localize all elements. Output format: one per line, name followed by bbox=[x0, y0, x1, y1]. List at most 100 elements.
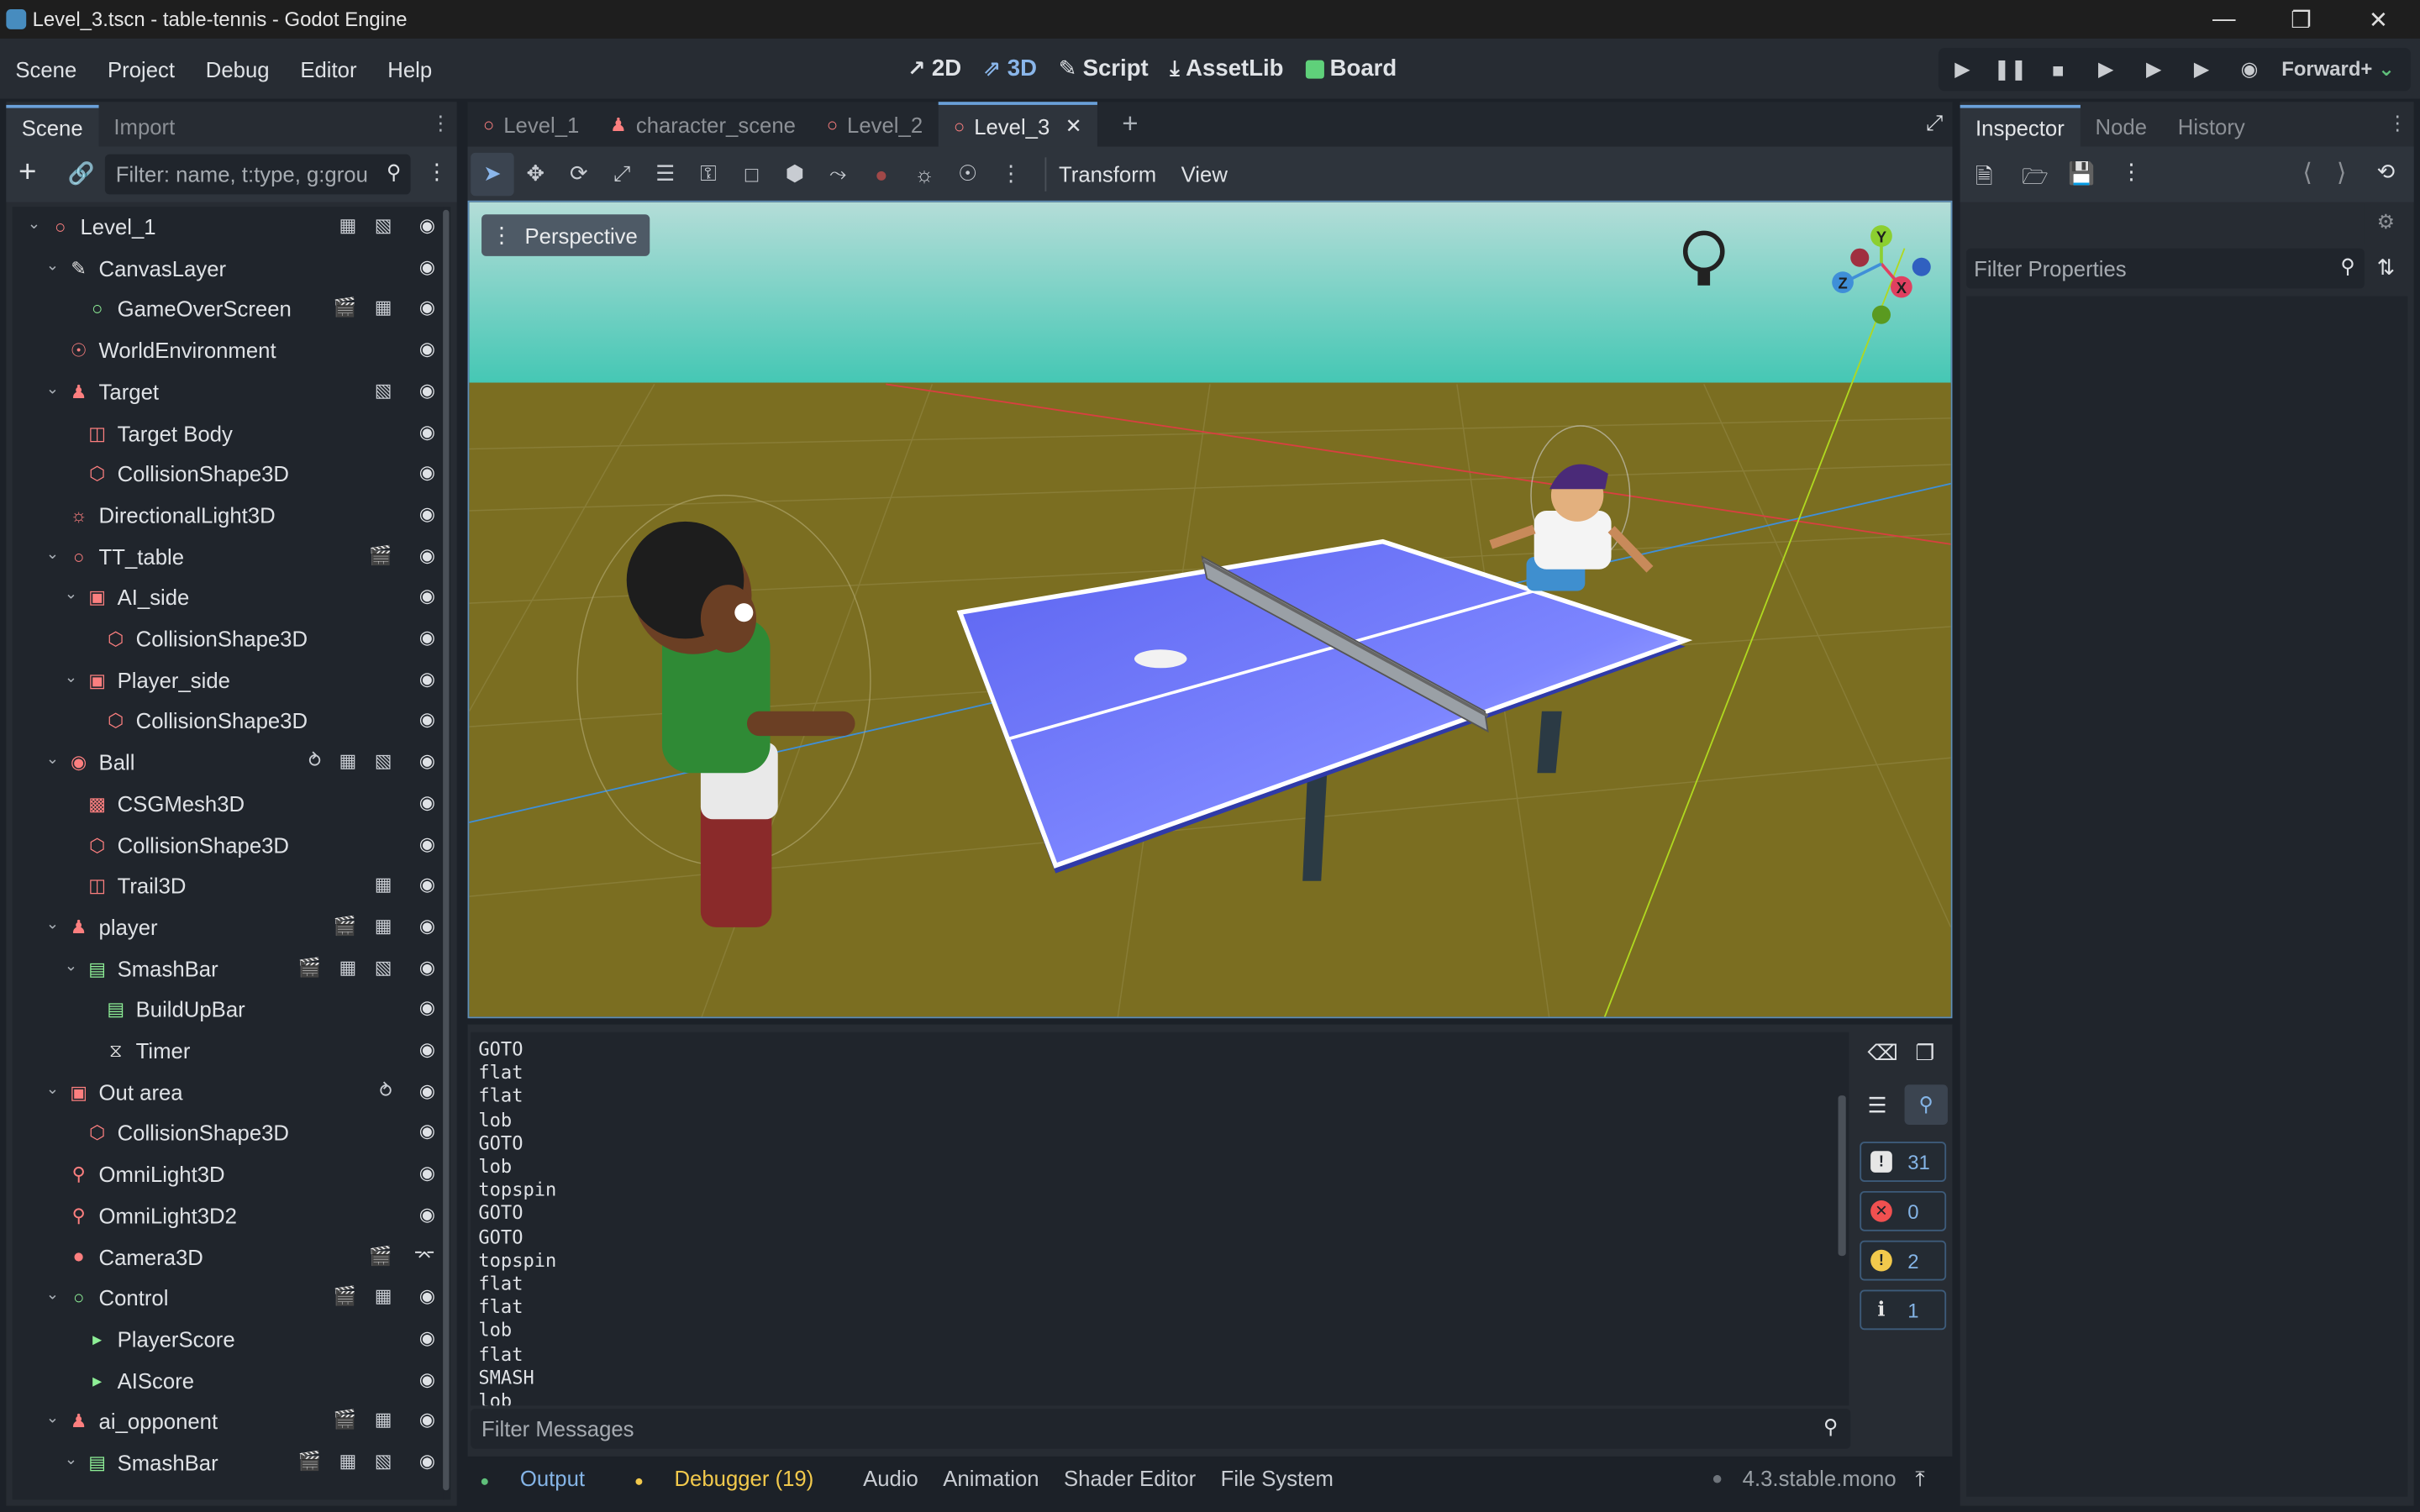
visibility-eye-icon[interactable]: ◉ bbox=[419, 668, 435, 690]
visibility-eye-icon[interactable]: ◉ bbox=[419, 750, 435, 772]
expand-arrow-icon[interactable]: ⌄ bbox=[43, 752, 61, 769]
menu-help[interactable]: Help bbox=[372, 56, 448, 81]
output-log[interactable]: GOTO flat flat lob GOTO lob topspin GOTO GOTO top… bbox=[471, 1032, 1849, 1406]
visibility-eye-icon[interactable]: ◉ bbox=[419, 585, 435, 607]
scene-node-timer[interactable]: ⧖ Timer ◉ bbox=[13, 1031, 439, 1071]
select-mode-icon[interactable]: ➤ bbox=[471, 151, 514, 196]
copy-output-icon[interactable]: ❐ bbox=[1915, 1040, 1934, 1066]
restore-button[interactable]: ❐ bbox=[2263, 0, 2340, 39]
scene-options-icon[interactable]: ⋮ bbox=[426, 159, 448, 185]
view-menu[interactable]: View bbox=[1181, 161, 1228, 186]
menu-scene[interactable]: Scene bbox=[0, 56, 92, 81]
scene-node-out-area[interactable]: ⌄ ▣ Out area ⥁ ◉ bbox=[13, 1072, 439, 1112]
scene-node-collisionshape3d[interactable]: ⬡ CollisionShape3D ◉ bbox=[13, 701, 439, 742]
visibility-eye-icon[interactable]: ◉ bbox=[419, 1285, 435, 1307]
renderer-select[interactable]: Forward+ ⌄ bbox=[2274, 57, 2403, 81]
scene-tab-level-3[interactable]: ○ Level_3 ✕ bbox=[938, 102, 1098, 147]
play-icon[interactable]: ▶ bbox=[1939, 57, 1986, 81]
visibility-eye-icon[interactable]: ◉ bbox=[419, 627, 435, 648]
node-indicator-icon[interactable]: ▦ bbox=[339, 214, 356, 236]
list-select-icon[interactable]: ☰ bbox=[644, 152, 687, 195]
visibility-eye-icon[interactable]: ◉ bbox=[419, 1203, 435, 1225]
scene-node-control[interactable]: ⌄ ○ Control 🎬 ▦ ◉ bbox=[13, 1278, 439, 1318]
node-indicator-icon[interactable]: ▦ bbox=[339, 956, 356, 978]
node-indicator-icon[interactable]: 🎬 bbox=[298, 956, 321, 978]
new-resource-icon[interactable]: 🗎 bbox=[1975, 160, 1993, 197]
visibility-eye-icon[interactable]: ◉ bbox=[419, 379, 435, 401]
visibility-eye-icon[interactable]: ◉ bbox=[419, 338, 435, 360]
close-window-button[interactable]: ✕ bbox=[2339, 0, 2417, 39]
node-indicator-icon[interactable]: ▦ bbox=[375, 915, 392, 937]
scene-node-collisionshape3d[interactable]: ⬡ CollisionShape3D ◉ bbox=[13, 1113, 439, 1153]
scene-node-omnilight3d2[interactable]: ⚲ OmniLight3D2 ◉ bbox=[13, 1195, 439, 1236]
scene-node-gameoverscreen[interactable]: ○ GameOverScreen 🎬 ▦ ◉ bbox=[13, 289, 439, 329]
add-node-icon[interactable]: + bbox=[18, 156, 36, 192]
mode-assetlib-button[interactable]: ⤓ AssetLib bbox=[1170, 55, 1283, 81]
add-scene-tab-icon[interactable]: + bbox=[1122, 108, 1138, 141]
node-indicator-icon[interactable]: ▦ bbox=[375, 874, 392, 895]
expand-arrow-icon[interactable]: ⌄ bbox=[61, 958, 80, 974]
environment-toggle-icon[interactable]: ☉ bbox=[946, 152, 989, 195]
collapse-duplicates-icon[interactable]: ☰ bbox=[1867, 1092, 1886, 1118]
3d-viewport[interactable]: Y X Z ⋮ Perspective bbox=[467, 200, 1953, 1019]
visibility-eye-icon[interactable]: ◉ bbox=[419, 1368, 435, 1389]
expand-arrow-icon[interactable]: ⌄ bbox=[61, 669, 80, 686]
visibility-eye-icon[interactable]: ◉ bbox=[419, 1121, 435, 1142]
tab-scene[interactable]: Scene bbox=[6, 104, 99, 147]
scene-node-player[interactable]: ⌄ ♟ player 🎬 ▦ ◉ bbox=[13, 907, 439, 948]
more-options-icon[interactable]: ⋮ bbox=[989, 152, 1032, 195]
menu-editor[interactable]: Editor bbox=[285, 56, 372, 81]
toggle-search-icon[interactable]: ⚲ bbox=[1904, 1084, 1948, 1125]
play-custom-scene-icon[interactable]: ▶ bbox=[2178, 57, 2226, 81]
expand-arrow-icon[interactable]: ⌄ bbox=[43, 1410, 61, 1427]
scene-node-player-side[interactable]: ⌄ ▣ Player_side ◉ bbox=[13, 660, 439, 701]
node-indicator-icon[interactable]: ⥁ bbox=[379, 1079, 392, 1101]
scene-node-ai-side[interactable]: ⌄ ▣ AI_side ◉ bbox=[13, 577, 439, 617]
movie-maker-icon[interactable]: ◉ bbox=[2226, 57, 2274, 81]
node-indicator-icon[interactable]: ▧ bbox=[375, 379, 392, 401]
expand-arrow-icon[interactable]: ⌄ bbox=[43, 545, 61, 562]
scene-node-worldenvironment[interactable]: ☉ WorldEnvironment ◉ bbox=[13, 330, 439, 370]
scene-node-target[interactable]: ⌄ ♟ Target ▧ ◉ bbox=[13, 371, 439, 412]
visibility-eye-icon[interactable]: ◉ bbox=[419, 1038, 435, 1060]
sun-toggle-icon[interactable]: ☼ bbox=[902, 152, 945, 195]
node-indicator-icon[interactable]: ▦ bbox=[375, 1409, 392, 1431]
mode-script-button[interactable]: ✎ Script bbox=[1059, 55, 1149, 81]
visibility-eye-icon[interactable]: ⌤ bbox=[414, 1244, 435, 1266]
info-filter-toggle[interactable]: ℹ1 bbox=[1860, 1289, 1947, 1331]
visibility-eye-icon[interactable]: ◉ bbox=[419, 503, 435, 525]
menu-project[interactable]: Project bbox=[92, 56, 191, 81]
visibility-eye-icon[interactable]: ◉ bbox=[419, 421, 435, 443]
scene-tab-level-1[interactable]: ○ Level_1 bbox=[468, 102, 595, 146]
transform-menu[interactable]: Transform bbox=[1059, 161, 1156, 186]
move-mode-icon[interactable]: ✥ bbox=[514, 152, 557, 195]
mode-board-button[interactable]: Board bbox=[1305, 55, 1397, 81]
expand-panel-icon[interactable]: ⤒ bbox=[1915, 1465, 1924, 1491]
node-indicator-icon[interactable]: 🎬 bbox=[334, 1285, 356, 1307]
scene-tab-level-2[interactable]: ○ Level_2 bbox=[811, 102, 938, 146]
menu-debug[interactable]: Debug bbox=[190, 56, 285, 81]
expand-arrow-icon[interactable]: ⌄ bbox=[61, 1452, 80, 1468]
node-indicator-icon[interactable]: 🎬 bbox=[334, 1409, 356, 1431]
history-back-icon[interactable]: ⟨ bbox=[2302, 157, 2312, 188]
scene-node-trail3d[interactable]: ◫ Trail3D ▦ ◉ bbox=[13, 866, 439, 906]
node-indicator-icon[interactable]: ▦ bbox=[339, 750, 356, 772]
visibility-eye-icon[interactable]: ◉ bbox=[419, 791, 435, 813]
visibility-eye-icon[interactable]: ◉ bbox=[419, 1079, 435, 1101]
node-indicator-icon[interactable]: 🎬 bbox=[334, 297, 356, 318]
scene-node-smashbar[interactable]: ⌄ ▤ SmashBar 🎬 ▦ ▧ ◉ bbox=[13, 1442, 439, 1483]
snap-icon[interactable]: ⤳ bbox=[817, 152, 860, 195]
mode-3d-button[interactable]: ⇗ 3D bbox=[983, 55, 1037, 81]
object-properties-icon[interactable]: ⚙ bbox=[2377, 210, 2395, 234]
visibility-eye-icon[interactable]: ◉ bbox=[419, 915, 435, 937]
tab-inspector[interactable]: Inspector bbox=[1960, 104, 2081, 147]
node-indicator-icon[interactable]: ▧ bbox=[375, 1451, 392, 1473]
messages-filter-toggle[interactable]: ! 31 bbox=[1860, 1142, 1947, 1182]
scene-node-directionallight3d[interactable]: ☼ DirectionalLight3D ◉ bbox=[13, 495, 439, 535]
visibility-eye-icon[interactable]: ◉ bbox=[419, 255, 435, 277]
clear-output-icon[interactable]: ⌫ bbox=[1867, 1040, 1897, 1066]
play-scene-icon[interactable]: ▶ bbox=[2130, 57, 2178, 81]
node-indicator-icon[interactable]: ▦ bbox=[375, 297, 392, 318]
scene-node-ball[interactable]: ⌄ ◉ Ball ⥁ ▦ ▧ ◉ bbox=[13, 743, 439, 783]
open-resource-icon[interactable]: 🗁 bbox=[2022, 160, 2049, 197]
